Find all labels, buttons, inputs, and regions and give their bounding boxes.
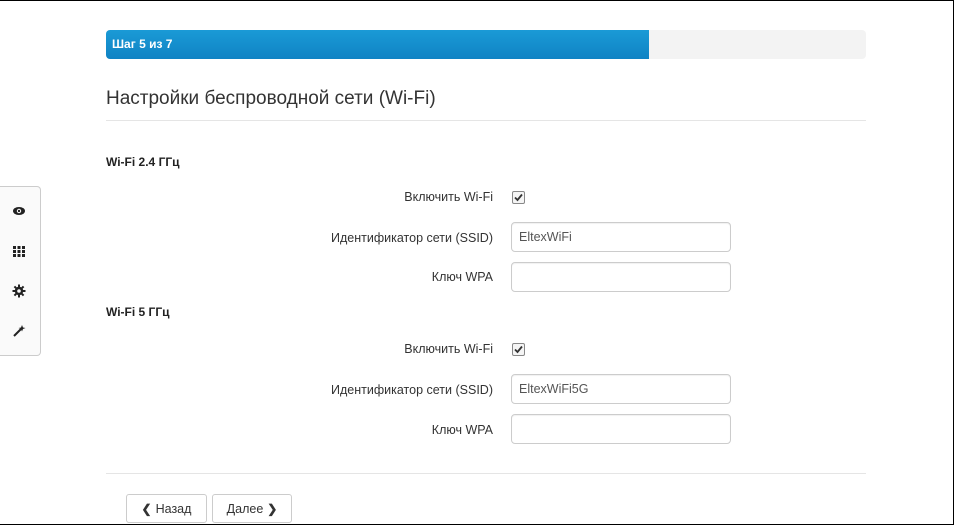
wizard-progress-bar: Шаг 5 из 7 — [106, 30, 866, 59]
next-button-label: Далее — [226, 501, 264, 516]
wifi24-ssid-label: Идентификатор сети (SSID) — [331, 231, 493, 245]
gear-icon[interactable] — [12, 284, 28, 300]
title-divider — [106, 120, 866, 121]
wifi5-ssid-label: Идентификатор сети (SSID) — [331, 383, 493, 397]
page-title: Настройки беспроводной сети (Wi-Fi) — [106, 88, 436, 109]
grid-icon[interactable] — [12, 244, 28, 260]
sidebar — [0, 186, 41, 356]
wifi24-section-title: Wi-Fi 2.4 ГГц — [106, 155, 180, 169]
window-frame — [0, 0, 954, 525]
eye-icon[interactable] — [12, 204, 28, 220]
wifi5-wpa-label: Ключ WPA — [431, 423, 493, 437]
wifi5-enable-checkbox[interactable] — [512, 343, 525, 356]
chevron-right-icon: ❯ — [267, 501, 278, 516]
back-button[interactable]: ❮ Назад — [126, 494, 207, 523]
wifi5-wpa-input[interactable] — [511, 414, 731, 444]
progress-fill: Шаг 5 из 7 — [106, 30, 649, 59]
next-button[interactable]: Далее ❯ — [212, 494, 292, 523]
wifi5-section-title: Wi-Fi 5 ГГц — [106, 305, 170, 319]
wifi5-enable-label: Включить Wi-Fi — [404, 342, 493, 356]
wifi5-ssid-input[interactable] — [511, 374, 731, 404]
progress-label: Шаг 5 из 7 — [112, 37, 173, 51]
wifi24-wpa-input[interactable] — [511, 262, 731, 292]
wifi24-ssid-input[interactable] — [511, 222, 731, 252]
footer-divider — [106, 473, 866, 474]
back-button-label: Назад — [155, 501, 192, 516]
chevron-left-icon: ❮ — [141, 501, 152, 516]
wifi24-enable-label: Включить Wi-Fi — [404, 190, 493, 204]
magic-wand-icon[interactable] — [12, 324, 28, 340]
wifi24-wpa-label: Ключ WPA — [431, 270, 493, 284]
wifi24-enable-checkbox[interactable] — [512, 191, 525, 204]
